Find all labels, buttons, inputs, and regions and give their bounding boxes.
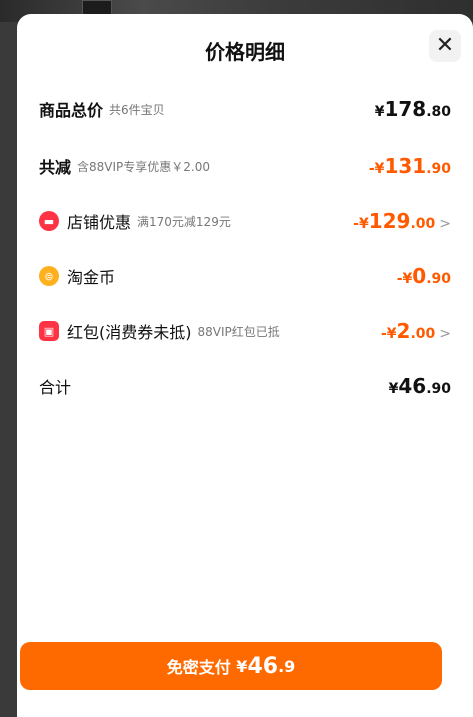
price-detail-sheet: 价格明细 ✕ 商品总价 共6件宝贝 ¥178.80 共减 含88VIP专享优惠￥… — [17, 14, 473, 717]
chevron-right-icon: > — [439, 326, 451, 342]
gold-coin-value: -¥ 0.90 — [397, 264, 451, 288]
shop-icon: ▬ — [39, 211, 59, 231]
red-packet-icon: ▣ — [39, 321, 59, 341]
price-int: 2 — [396, 319, 411, 343]
price-dec: .80 — [426, 104, 451, 120]
chevron-right-icon: > — [439, 216, 451, 232]
vip-discount-note: 含88VIP专享优惠￥2.00 — [77, 159, 210, 174]
minus-currency: -¥ — [353, 216, 369, 232]
pay-button-label: 免密支付 — [166, 658, 231, 677]
price-int: 46 — [398, 374, 427, 398]
row-sum: 合计 ¥46.90 — [39, 371, 451, 401]
minus-currency: -¥ — [368, 161, 385, 177]
shop-discount-label: 店铺优惠 — [67, 213, 132, 232]
red-packet-value: -¥ 2.00 > — [381, 319, 451, 343]
password-free-pay-button[interactable]: 免密支付 ¥46.9 — [20, 642, 442, 690]
sheet-title: 价格明细 — [205, 40, 285, 64]
reduced-value: -¥ 131.90 — [369, 154, 451, 178]
shop-discount-value: -¥ 129.00 > — [353, 209, 451, 233]
reduced-label: 共减 — [39, 158, 72, 177]
row-red-packet[interactable]: ▣ 红包(消费券未抵) 88VIP红包已抵 -¥ 2.00 > — [39, 316, 451, 346]
price-int: 0 — [412, 264, 427, 288]
red-packet-note: 88VIP红包已抵 — [197, 324, 280, 339]
sum-value: ¥46.90 — [389, 374, 451, 398]
shop-discount-rule: 满170元减129元 — [137, 214, 231, 229]
total-price-label: 商品总价 — [39, 101, 104, 120]
row-total-reduced: 共减 含88VIP专享优惠￥2.00 -¥ 131.90 — [39, 151, 451, 181]
row-shop-discount[interactable]: ▬ 店铺优惠 满170元减129元 -¥ 129.00 > — [39, 206, 451, 236]
price-dec: .90 — [426, 161, 451, 177]
row-total-price: 商品总价 共6件宝贝 ¥178.80 — [39, 94, 451, 124]
item-count: 共6件宝贝 — [109, 102, 165, 117]
pay-amount-dec: .9 — [278, 656, 296, 676]
price-dec: .90 — [426, 271, 451, 287]
minus-currency: -¥ — [380, 326, 397, 342]
price-int: 178 — [384, 97, 427, 121]
currency-symbol: ¥ — [388, 381, 399, 397]
price-dec: .00 — [410, 216, 436, 232]
price-dec: .90 — [426, 381, 451, 397]
close-button[interactable]: ✕ — [429, 30, 461, 62]
sheet-header: 价格明细 ✕ — [17, 14, 473, 80]
sum-label: 合计 — [39, 378, 72, 397]
currency-symbol: ¥ — [236, 656, 248, 676]
price-dec: .00 — [410, 326, 436, 342]
minus-currency: -¥ — [396, 271, 413, 287]
row-gold-coin: ⊜ 淘金币 -¥ 0.90 — [39, 261, 451, 291]
price-int: 131 — [384, 154, 427, 178]
coin-icon: ⊜ — [39, 266, 59, 286]
gold-coin-label: 淘金币 — [67, 268, 116, 287]
red-packet-label: 红包(消费券未抵) — [67, 323, 192, 342]
total-price-value: ¥178.80 — [375, 97, 451, 121]
currency-symbol: ¥ — [374, 104, 385, 120]
close-icon: ✕ — [435, 33, 455, 58]
pay-amount-int: 46 — [247, 653, 279, 679]
price-int: 129 — [368, 209, 411, 233]
